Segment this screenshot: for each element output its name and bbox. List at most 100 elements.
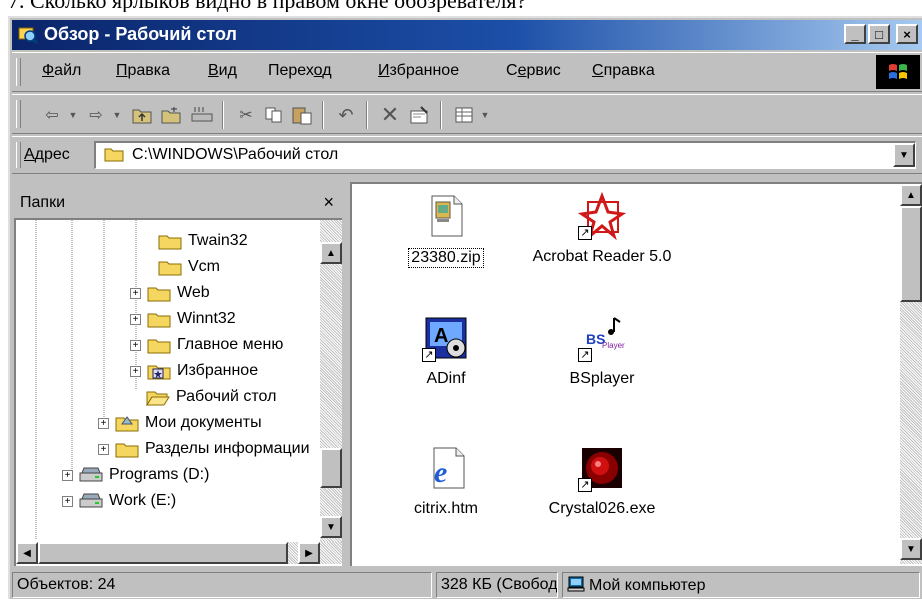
- file-item[interactable]: BS Player ↗ BSplayer: [522, 314, 682, 388]
- acrobat-icon: ↗: [577, 191, 627, 241]
- tree-item[interactable]: + Мои документы: [98, 410, 262, 436]
- copy-icon[interactable]: [262, 103, 286, 127]
- crystal-exe-icon: ↗: [578, 444, 626, 492]
- folder-tree-vscroll[interactable]: ▲ ▼: [320, 220, 342, 542]
- folder-icon: [115, 443, 139, 458]
- drive-icon: [79, 467, 103, 482]
- back-icon[interactable]: ⇦: [40, 103, 64, 127]
- menu-grip[interactable]: [16, 58, 21, 86]
- address-bar: Адрес C:\WINDOWS\Рабочий стол ▼: [12, 136, 922, 174]
- expand-icon[interactable]: +: [130, 365, 141, 377]
- file-item[interactable]: ↗ Crystal026.exe: [522, 444, 682, 518]
- tree-item[interactable]: Twain32: [158, 228, 248, 254]
- forward-dropdown-icon[interactable]: ▼: [110, 103, 124, 127]
- address-dropdown-icon[interactable]: ▼: [893, 143, 915, 167]
- tree-item[interactable]: + Главное меню: [130, 332, 283, 358]
- status-objects: Объектов: 24: [12, 572, 432, 598]
- tree-item[interactable]: + Winnt32: [130, 306, 236, 332]
- expand-icon[interactable]: +: [130, 287, 141, 299]
- views-icon[interactable]: [452, 103, 476, 127]
- folders-title: Папки: [20, 194, 65, 211]
- menu-tools[interactable]: Сервис: [506, 62, 561, 80]
- scroll-up-icon[interactable]: ▲: [320, 242, 342, 264]
- scroll-down-icon[interactable]: ▼: [320, 516, 342, 538]
- close-button[interactable]: ×: [896, 24, 918, 44]
- up-folder-icon[interactable]: [130, 103, 154, 127]
- svg-text:A: A: [434, 325, 448, 347]
- expand-icon[interactable]: +: [62, 495, 73, 507]
- folder-tree-hscroll[interactable]: ◀ ▶: [16, 542, 342, 564]
- folders-pane: Папки × Twain32 Vcm + Web + Winnt32 + Гл…: [12, 182, 342, 566]
- expand-icon[interactable]: +: [130, 313, 141, 325]
- scroll-left-icon[interactable]: ◀: [16, 542, 38, 564]
- toolbar-separator: [222, 101, 224, 129]
- shortcut-arrow-icon: ↗: [578, 478, 592, 492]
- file-item[interactable]: 23380.zip: [366, 192, 526, 268]
- windows-logo-icon: [876, 55, 920, 89]
- folder-icon: [147, 287, 171, 302]
- explorer-window: Обзор - Рабочий стол _ □ × Файл Правка В…: [8, 16, 922, 599]
- disconnect-drive-icon[interactable]: [190, 103, 214, 127]
- toolbar-separator: [440, 101, 442, 129]
- scroll-down-icon[interactable]: ▼: [900, 538, 922, 560]
- undo-icon[interactable]: ↶: [334, 103, 358, 127]
- folder-tree-list: Twain32 Vcm + Web + Winnt32 + Главное ме…: [16, 220, 320, 540]
- menu-help[interactable]: Справка: [592, 62, 655, 80]
- tree-item[interactable]: Vcm: [158, 254, 220, 280]
- my-computer-icon: [567, 576, 585, 592]
- scroll-right-icon[interactable]: ▶: [298, 542, 320, 564]
- scroll-thumb[interactable]: [320, 448, 342, 488]
- maximize-button[interactable]: □: [868, 24, 890, 44]
- files-view: 23380.zip ↗ Acrobat Reader 5.0 A ↗ ADinf…: [350, 182, 922, 566]
- address-grip[interactable]: [16, 142, 21, 168]
- menu-view[interactable]: Вид: [208, 62, 237, 80]
- svg-text:Player: Player: [602, 341, 625, 350]
- tree-item[interactable]: + Web: [130, 280, 210, 306]
- files-vscroll[interactable]: ▲ ▼: [900, 184, 922, 564]
- folders-close-icon[interactable]: ×: [323, 192, 334, 213]
- expand-icon[interactable]: +: [98, 417, 109, 429]
- folder-tree: Twain32 Vcm + Web + Winnt32 + Главное ме…: [14, 218, 342, 566]
- expand-icon[interactable]: +: [98, 443, 109, 455]
- tree-item[interactable]: + Избранное: [130, 358, 258, 384]
- drive-icon: [79, 493, 103, 508]
- hscroll-thumb[interactable]: [38, 542, 288, 564]
- back-dropdown-icon[interactable]: ▼: [66, 103, 80, 127]
- map-drive-icon[interactable]: [160, 103, 184, 127]
- expand-icon[interactable]: +: [62, 469, 73, 481]
- tree-item[interactable]: + Разделы информации: [98, 436, 310, 462]
- title-bar[interactable]: Обзор - Рабочий стол _ □ ×: [12, 20, 922, 50]
- properties-icon[interactable]: [408, 103, 432, 127]
- my-documents-icon: [115, 416, 139, 432]
- folder-icon: [147, 313, 171, 328]
- file-item[interactable]: ↗ Acrobat Reader 5.0: [522, 191, 682, 266]
- toolbar: ⇦ ▼ ⇨ ▼ ✂ ↶ ✕ ▼: [12, 94, 922, 134]
- tree-item[interactable]: + Work (E:): [62, 488, 176, 514]
- paste-icon[interactable]: [290, 103, 314, 127]
- scroll-up-icon[interactable]: ▲: [900, 184, 922, 206]
- bsplayer-icon: BS Player ↗: [578, 314, 626, 362]
- file-item[interactable]: A ↗ ADinf: [366, 314, 526, 388]
- open-folder-icon: [146, 391, 170, 406]
- views-dropdown-icon[interactable]: ▼: [478, 103, 492, 127]
- tree-item[interactable]: Рабочий стол: [146, 384, 276, 410]
- address-field[interactable]: C:\WINDOWS\Рабочий стол ▼: [94, 141, 916, 169]
- toolbar-grip[interactable]: [16, 100, 21, 128]
- files-scroll-thumb[interactable]: [900, 206, 922, 302]
- menu-edit[interactable]: Правка: [116, 62, 170, 80]
- status-bar: Объектов: 24 328 КБ (Свободно Мой компью…: [12, 570, 922, 601]
- menu-favorites[interactable]: Избранное: [378, 62, 459, 80]
- tree-item[interactable]: + Programs (D:): [62, 462, 209, 488]
- file-item[interactable]: e citrix.htm: [366, 444, 526, 518]
- shortcut-arrow-icon: ↗: [422, 348, 436, 362]
- svg-text:e: e: [434, 456, 447, 489]
- expand-icon[interactable]: +: [130, 339, 141, 351]
- forward-icon[interactable]: ⇨: [84, 103, 108, 127]
- delete-icon[interactable]: ✕: [378, 102, 402, 127]
- ie-document-icon: e: [422, 444, 470, 492]
- minimize-button[interactable]: _: [844, 24, 866, 44]
- menu-file[interactable]: Файл: [42, 62, 81, 80]
- favorites-folder-icon: [147, 365, 171, 380]
- cut-icon[interactable]: ✂: [234, 103, 258, 127]
- menu-go[interactable]: Переход: [268, 62, 332, 80]
